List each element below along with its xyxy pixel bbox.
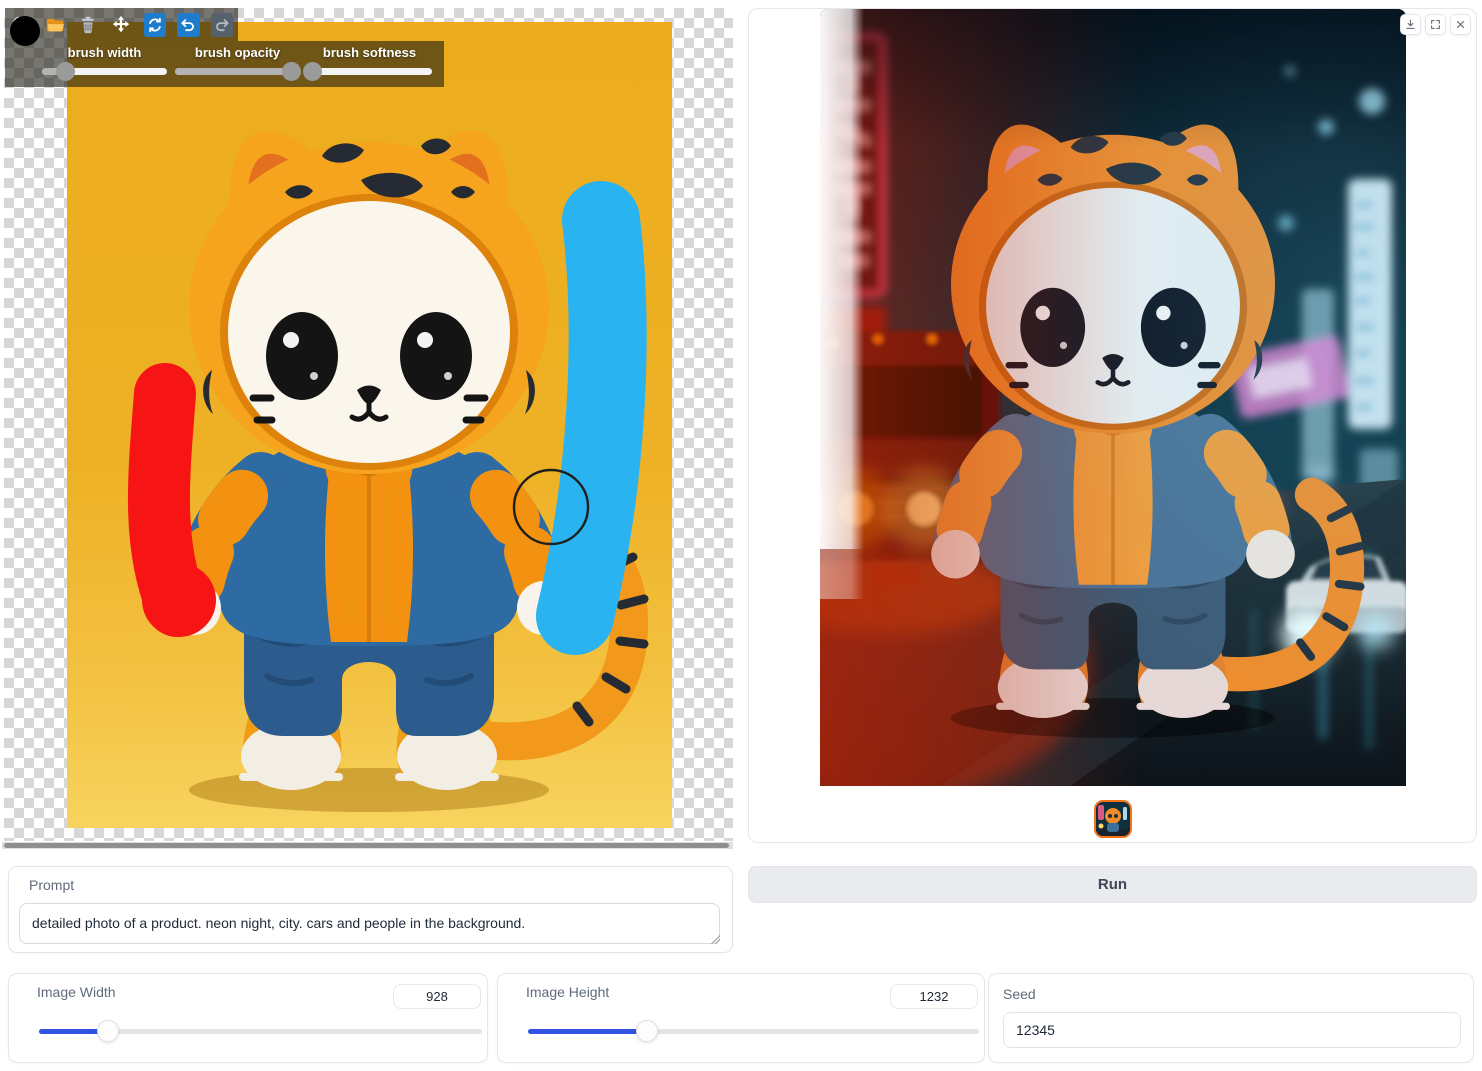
brush-opacity-label: brush opacity [194,45,281,60]
image-height-value[interactable] [890,984,978,1009]
sync-icon [149,17,161,32]
close-button[interactable] [1450,14,1471,35]
download-icon [1406,19,1415,29]
canvas-horizontal-scrollbar[interactable] [2,842,733,849]
image-width-card: Image Width [8,973,488,1063]
output-toolbar [1400,14,1471,35]
seed-card: Seed [988,973,1474,1063]
sync-button[interactable] [143,12,167,37]
brush-softness-control: brush softness [303,44,432,81]
editor-canvas[interactable]: brush width brush opacity brush softness [4,8,733,841]
folder-icon [46,18,64,31]
gallery-thumbnail[interactable] [1093,800,1132,838]
brush-opacity-slider[interactable] [175,62,302,81]
prompt-input[interactable]: detailed photo of a product. neon night,… [19,903,720,944]
image-height-card: Image Height [497,973,985,1063]
slider-handle[interactable] [96,1020,119,1042]
slider-handle[interactable] [635,1020,658,1042]
brush-width-label: brush width [67,45,142,60]
brush-opacity-control: brush opacity [175,44,302,81]
image-width-label: Image Width [37,984,116,1000]
redo-icon [215,18,229,31]
move-icon [113,15,130,32]
fullscreen-icon [1431,20,1440,29]
undo-icon [181,18,195,31]
download-button[interactable] [1400,14,1421,35]
clear-button[interactable] [77,13,99,37]
slider-handle[interactable] [303,62,322,81]
image-width-value[interactable] [393,984,481,1009]
undo-button[interactable] [177,12,200,37]
move-button[interactable] [110,13,132,37]
prompt-label: Prompt [29,877,75,893]
image-height-label: Image Height [526,984,610,1000]
brush-softness-slider[interactable] [303,62,432,81]
output-panel [748,8,1477,843]
run-button[interactable]: Run [748,866,1477,903]
output-image[interactable] [820,9,1406,786]
open-folder-button[interactable] [43,13,65,37]
prompt-card: Prompt detailed photo of a product. neon… [8,866,733,953]
slider-handle[interactable] [282,62,302,81]
brush-softness-label: brush softness [322,45,417,60]
fullscreen-button[interactable] [1425,14,1446,35]
redo-button[interactable] [210,12,233,37]
app-root: brush width brush opacity brush softness [0,0,1482,1071]
brush-width-control: brush width [42,44,167,81]
editor-toolbar [5,8,238,41]
brush-width-slider[interactable] [42,62,167,81]
image-height-slider[interactable] [528,1020,979,1042]
brush-settings-panel: brush width brush opacity brush softness [5,41,444,87]
seed-input[interactable] [1003,1012,1461,1048]
image-width-slider[interactable] [39,1020,482,1042]
seed-label: Seed [1003,986,1036,1002]
trash-icon [82,16,95,33]
thumbnail-image [1095,802,1130,836]
slider-handle[interactable] [55,62,75,81]
close-icon [1456,20,1465,29]
editable-image[interactable] [67,22,672,828]
brush-color-swatch[interactable] [10,16,40,46]
